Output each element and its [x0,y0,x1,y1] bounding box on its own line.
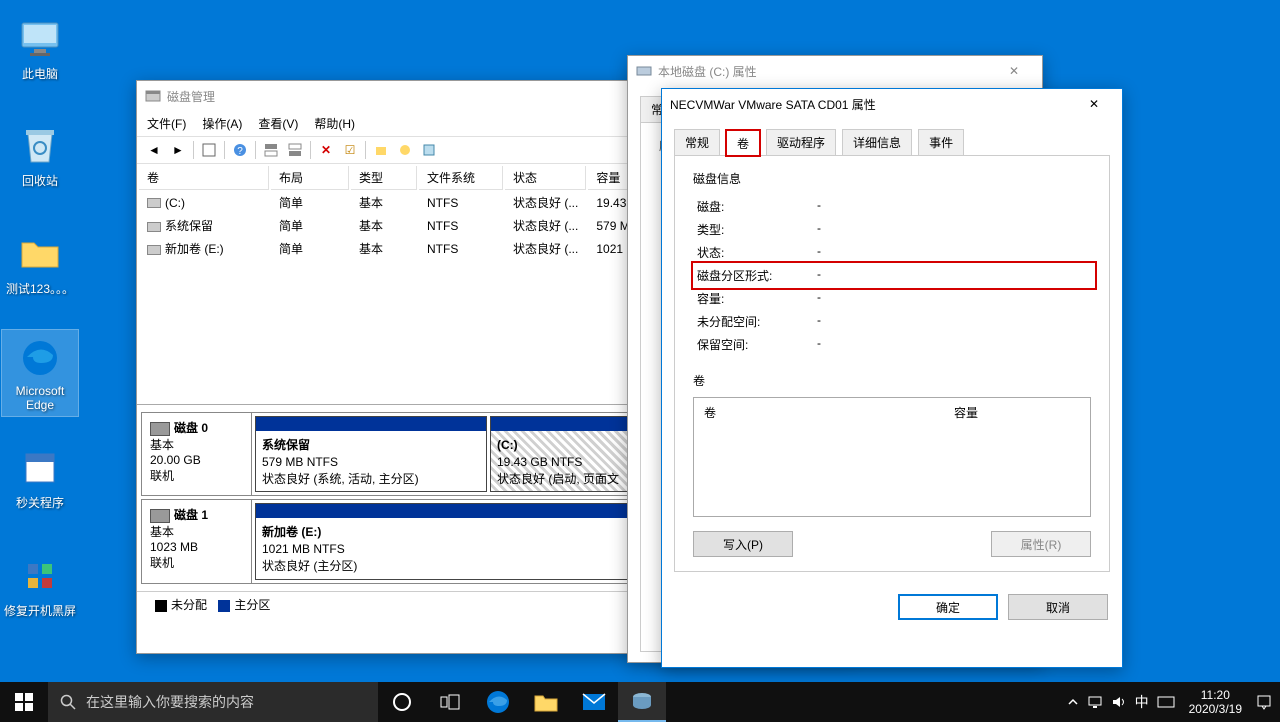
menu-help[interactable]: 帮助(H) [314,115,355,132]
task-view-icon[interactable] [426,682,474,722]
tray-volume-icon[interactable] [1111,695,1127,709]
taskbar-mail-icon[interactable] [570,682,618,722]
info-unallocated: 未分配空间:- [697,310,1091,333]
tab-panel-volumes: 磁盘信息 磁盘:- 类型:- 状态:- 磁盘分区形式:- 容量:- 未分配空间:… [674,155,1110,572]
volumes-listbox[interactable]: 卷 容量 [693,397,1091,517]
tray-clock[interactable]: 11:202020/3/19 [1183,688,1248,717]
menu-view[interactable]: 查看(V) [258,115,298,132]
menu-file[interactable]: 文件(F) [147,115,186,132]
col-volume[interactable]: 卷 [139,166,269,190]
tab-general[interactable]: 常规 [674,129,720,155]
taskbar-explorer-icon[interactable] [522,682,570,722]
folder-icon [16,230,64,278]
back-icon[interactable]: ◄ [143,139,165,161]
tab-driver[interactable]: 驱动程序 [766,129,836,155]
this-pc-icon [16,15,64,63]
window-title: NECVMWar VMware SATA CD01 属性 [670,96,876,113]
edge-icon [16,334,64,382]
info-disk: 磁盘:- [697,195,1091,218]
titlebar[interactable]: NECVMWar VMware SATA CD01 属性 ✕ [662,89,1122,119]
taskbar-diskmgmt-icon[interactable] [618,682,666,722]
info-reserved: 保留空间:- [697,333,1091,356]
desktop-icon-label: 测试123。。。 [2,280,78,297]
cancel-button[interactable]: 取消 [1008,594,1108,620]
layout-bottom-icon[interactable] [284,139,306,161]
desktop-icon-label: 修复开机黑屏 [2,602,78,619]
svg-text:?: ? [237,146,243,157]
tray-ime-indicator[interactable]: 中 [1135,692,1149,712]
partition-system-reserved[interactable]: 系统保留579 MB NTFS状态良好 (系统, 活动, 主分区) [255,416,487,492]
ok-button[interactable]: 确定 [898,594,998,620]
layout-top-icon[interactable] [260,139,282,161]
delete-icon[interactable]: ✕ [315,139,337,161]
desktop-icon-repair-boot[interactable]: 修复开机黑屏 [2,552,78,619]
view-icon[interactable] [198,139,220,161]
drive-icon [636,63,652,79]
desktop-icon-seconds-close[interactable]: 秒关程序 [2,444,78,511]
tab-volumes[interactable]: 卷 [726,130,760,156]
start-button[interactable] [0,682,48,722]
search-box[interactable]: 在这里输入你要搜索的内容 [48,682,378,722]
tray-keyboard-icon[interactable] [1157,696,1175,708]
program-icon [16,444,64,492]
disk-info: 磁盘 0 基本20.00 GB联机 [142,413,252,495]
tabstrip: 常规 卷 驱动程序 详细信息 事件 [662,119,1122,155]
desktop-icon-label: 此电脑 [2,65,78,82]
desktop-icon-label: 回收站 [2,172,78,189]
cortana-icon[interactable] [378,682,426,722]
disk-icon [150,422,170,436]
props-icon[interactable] [418,139,440,161]
desktop-icon-edge[interactable]: Microsoft Edge [2,330,78,416]
search-icon [60,694,76,710]
refresh-icon[interactable] [370,139,392,161]
close-button[interactable]: ✕ [994,56,1034,86]
tab-details[interactable]: 详细信息 [842,129,912,155]
system-tray: 中 11:202020/3/19 [1059,688,1280,717]
search-placeholder: 在这里输入你要搜索的内容 [86,692,254,712]
write-button[interactable]: 写入(P) [693,531,793,557]
menu-action[interactable]: 操作(A) [202,115,242,132]
col-filesystem[interactable]: 文件系统 [419,166,503,190]
desktop-icon-folder-test[interactable]: 测试123。。。 [2,230,78,297]
tab-events[interactable]: 事件 [918,129,964,155]
device-properties-window[interactable]: NECVMWar VMware SATA CD01 属性 ✕ 常规 卷 驱动程序… [661,88,1123,668]
disk-info: 磁盘 1 基本1023 MB联机 [142,500,252,582]
action-icon[interactable] [394,139,416,161]
info-capacity: 容量:- [697,287,1091,310]
desktop-icon-label: Microsoft Edge [2,384,78,412]
section-disk-info: 磁盘信息 [693,170,1091,187]
col-layout[interactable]: 布局 [271,166,349,190]
taskbar-edge-icon[interactable] [474,682,522,722]
check-icon[interactable]: ☑ [339,139,361,161]
info-type: 类型:- [697,218,1091,241]
properties-button: 属性(R) [991,531,1091,557]
tray-notifications-icon[interactable] [1256,694,1272,710]
titlebar[interactable]: 本地磁盘 (C:) 属性 ✕ [628,56,1042,86]
close-button[interactable]: ✕ [1074,89,1114,119]
desktop-icon-this-pc[interactable]: 此电脑 [2,15,78,82]
disk-mgmt-icon [145,88,161,104]
info-partition-style: 磁盘分区形式:- [693,263,1095,288]
forward-icon[interactable]: ► [167,139,189,161]
window-title: 本地磁盘 (C:) 属性 [658,63,757,80]
tray-chevron-up-icon[interactable] [1067,696,1079,708]
tray-network-icon[interactable] [1087,695,1103,709]
list-header: 卷 容量 [694,398,1090,427]
taskbar: 在这里输入你要搜索的内容 中 11:202020/3/19 [0,682,1280,722]
desktop-icon-recycle-bin[interactable]: 回收站 [2,122,78,189]
section-volumes: 卷 [693,372,1091,389]
col-status[interactable]: 状态 [505,166,586,190]
col-type[interactable]: 类型 [351,166,417,190]
col-capacity: 容量 [954,404,978,421]
window-title: 磁盘管理 [167,88,215,105]
info-status: 状态:- [697,241,1091,264]
desktop-icon-label: 秒关程序 [2,494,78,511]
help-icon[interactable]: ? [229,139,251,161]
col-vol: 卷 [704,404,954,421]
settings-icon [16,552,64,600]
disk-icon [150,509,170,523]
recycle-bin-icon [16,122,64,170]
